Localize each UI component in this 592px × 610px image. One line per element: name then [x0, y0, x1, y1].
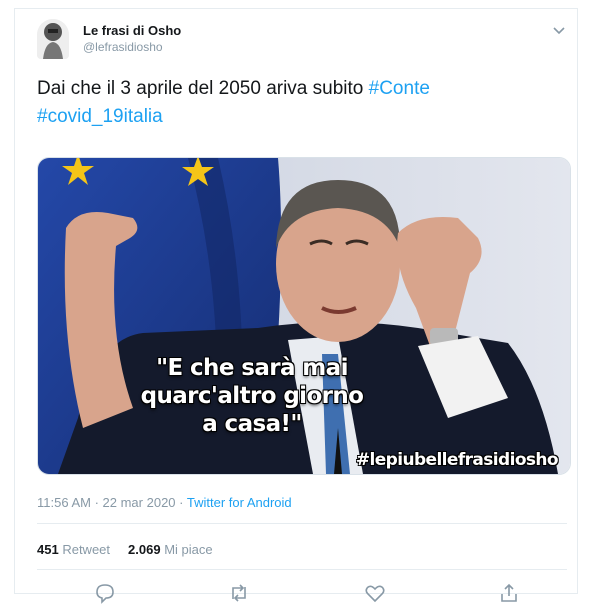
meta-separator: · — [175, 495, 187, 510]
retweet-icon[interactable] — [227, 581, 251, 605]
meta-separator: · — [90, 495, 103, 510]
retweets-label: Retweet — [62, 542, 111, 557]
likes-count: 2.069 — [128, 542, 161, 557]
display-name[interactable]: Le frasi di Osho — [83, 23, 181, 39]
retweets-count: 451 — [37, 542, 59, 557]
quote-line: a casa!" — [202, 411, 302, 437]
chevron-down-icon[interactable] — [551, 23, 567, 35]
hashtag-link[interactable]: #covid_19italia — [37, 106, 163, 127]
media-quote: "E che sarà mai quarc'altro giorno a cas… — [122, 354, 382, 438]
divider — [37, 569, 567, 570]
retweets-stat[interactable]: 451 Retweet — [37, 542, 110, 557]
likes-label: Mi piace — [164, 542, 213, 557]
tweet-media[interactable]: "E che sarà mai quarc'altro giorno a cas… — [37, 157, 571, 475]
tweet-text-body: Dai che il 3 aprile del 2050 ariva subit… — [37, 78, 364, 99]
avatar[interactable] — [37, 19, 69, 59]
reply-icon[interactable] — [93, 581, 117, 605]
like-icon[interactable] — [363, 581, 387, 605]
media-watermark: #lepiubellefrasidiosho — [355, 450, 559, 470]
user-names: Le frasi di Osho @lefrasidiosho — [83, 23, 181, 55]
tweet-text: Dai che il 3 aprile del 2050 ariva subit… — [37, 75, 557, 131]
quote-line: quarc'altro giorno — [140, 383, 364, 409]
tweet-stats: 451 Retweet 2.069 Mi piace — [37, 542, 213, 557]
user-handle[interactable]: @lefrasidiosho — [83, 39, 181, 55]
quote-line: "E che sarà mai — [156, 355, 348, 381]
divider — [37, 523, 567, 524]
avatar-image — [37, 19, 69, 59]
tweet-header: Le frasi di Osho @lefrasidiosho — [37, 17, 567, 61]
tweet-actions — [37, 581, 567, 607]
tweet-date[interactable]: 22 mar 2020 — [103, 495, 176, 510]
tweet-meta: 11:56 AM · 22 mar 2020 · Twitter for And… — [37, 495, 292, 510]
tweet-card: Le frasi di Osho @lefrasidiosho Dai che … — [14, 8, 578, 604]
likes-stat[interactable]: 2.069 Mi piace — [128, 542, 213, 557]
tweet-time[interactable]: 11:56 AM — [37, 495, 91, 510]
hashtag-link[interactable]: #Conte — [369, 78, 430, 99]
tweet-client-link[interactable]: Twitter for Android — [187, 495, 292, 510]
share-icon[interactable] — [497, 581, 521, 605]
